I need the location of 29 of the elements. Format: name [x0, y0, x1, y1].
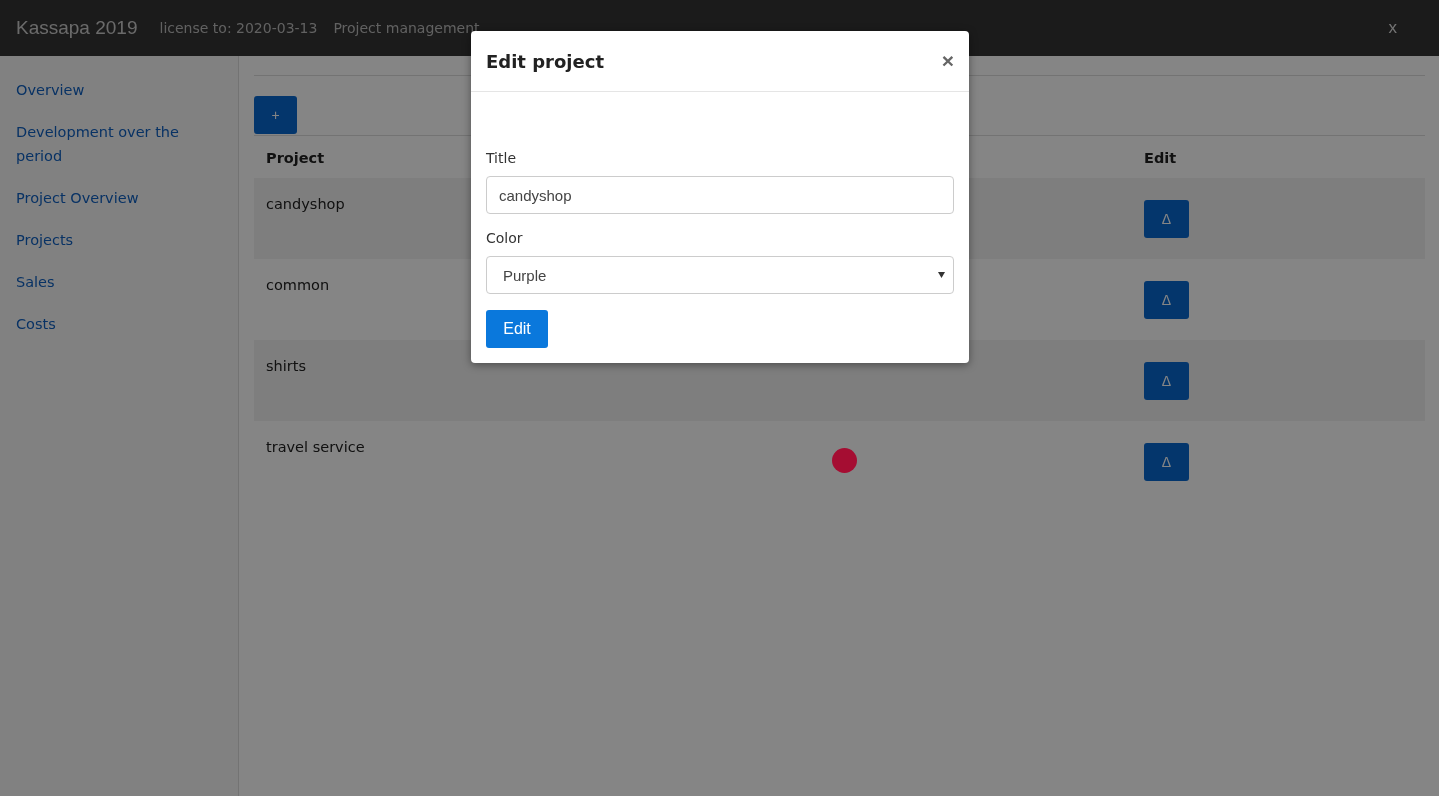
edit-button[interactable]: Δ [1144, 280, 1189, 319]
field-label: Title [486, 150, 517, 166]
license-text: license to: 2020-03-13 [159, 20, 318, 36]
caret-icon [938, 272, 945, 278]
close-button[interactable]: × [941, 49, 954, 73]
sidebar-link[interactable]: Overview [16, 78, 222, 102]
project-name: candyshop [266, 196, 345, 212]
sidebar-link[interactable]: Project Overview [16, 186, 222, 210]
section-title: Project management [333, 20, 480, 36]
edit-button[interactable]: Δ [1144, 361, 1189, 400]
column-header: Project [266, 150, 325, 166]
add-button[interactable]: + [254, 96, 297, 134]
sidebar-link[interactable]: Costs [16, 312, 222, 336]
close-button[interactable]: x [1382, 17, 1403, 39]
title-input[interactable]: candyshop [486, 176, 954, 214]
project-name: shirts [266, 358, 306, 374]
dialog-title: Edit project [486, 50, 604, 72]
column-header: Edit [1144, 150, 1177, 166]
project-name: common [266, 277, 330, 293]
sidebar-link[interactable]: Development over the period [16, 120, 222, 168]
edit-button[interactable]: Δ [1144, 442, 1189, 481]
sidebar-link[interactable]: Projects [16, 228, 222, 252]
app-title: Kassapa 2019 [16, 17, 138, 39]
color-select[interactable]: Purple [486, 256, 954, 294]
project-name: travel service [266, 439, 365, 455]
edit-submit-button[interactable]: Edit [486, 310, 548, 348]
edit-button[interactable]: Δ [1144, 199, 1189, 238]
field-label: Color [486, 230, 524, 246]
sidebar-link[interactable]: Sales [16, 270, 222, 294]
